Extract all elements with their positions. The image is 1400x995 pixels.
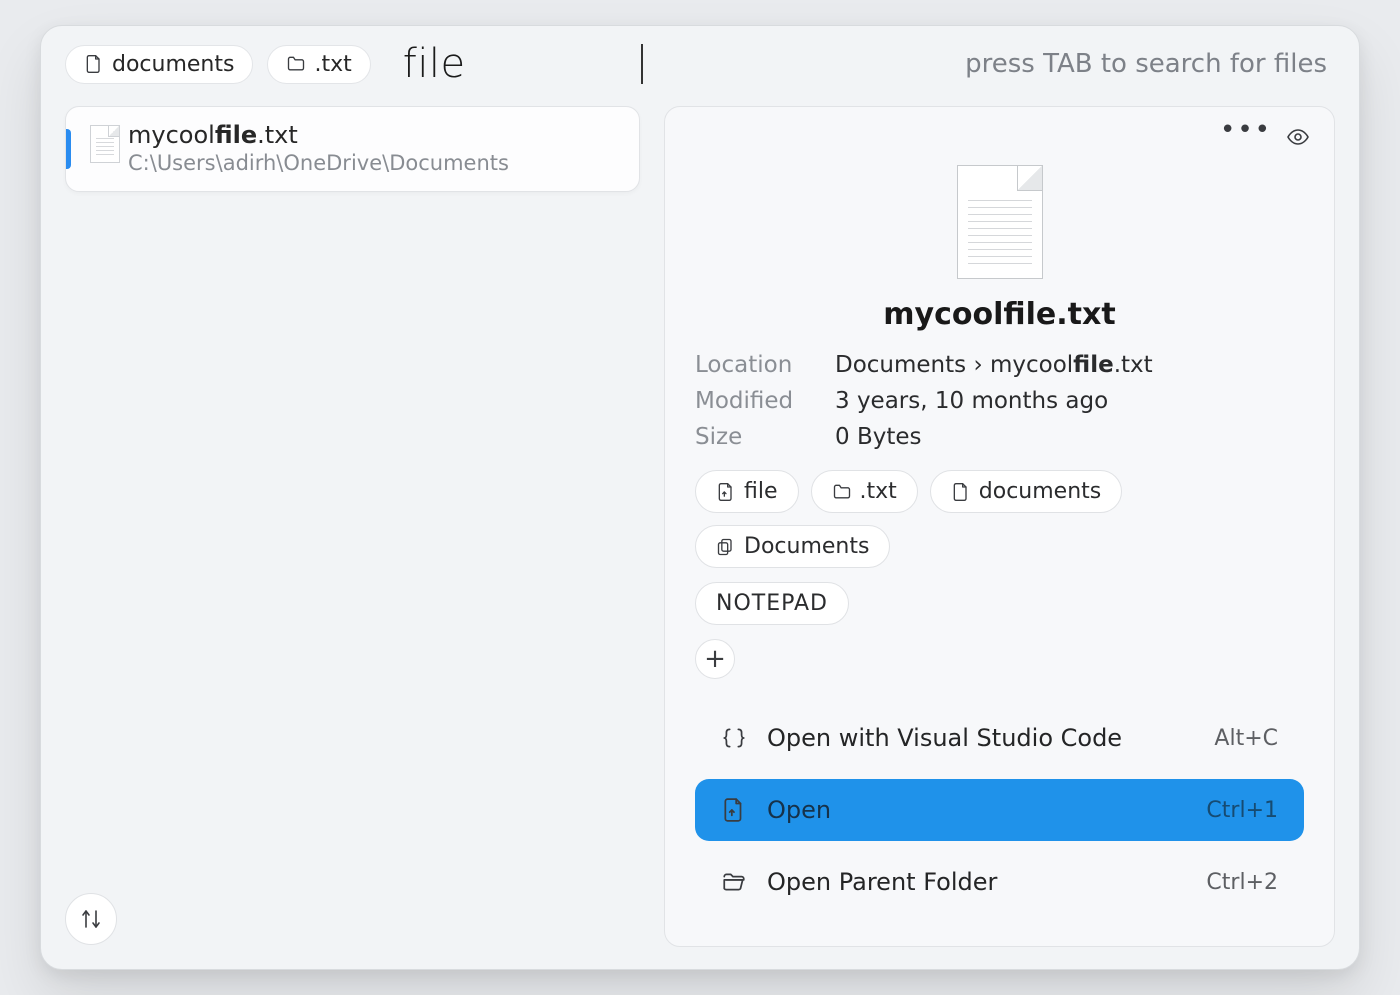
meta-size-value: 0 Bytes — [835, 424, 1304, 450]
folder-open-icon — [721, 869, 747, 895]
actions-list: Open with Visual Studio Code Alt+C Open … — [695, 707, 1304, 913]
launcher-window: documents .txt file press TAB to search … — [40, 25, 1360, 970]
tag-txt[interactable]: .txt — [811, 470, 918, 513]
tag-row-2: NOTEPAD — [695, 582, 1304, 625]
add-tag-button[interactable]: + — [695, 639, 735, 679]
search-hint: press TAB to search for files — [965, 49, 1335, 79]
tag-row-3: + — [695, 639, 1304, 679]
tag-file[interactable]: file — [695, 470, 799, 513]
meta-location-label: Location — [695, 352, 835, 378]
more-icon[interactable]: ••• — [1220, 125, 1272, 149]
sort-icon — [79, 907, 103, 931]
sort-button[interactable] — [65, 893, 117, 945]
action-open-parent[interactable]: Open Parent Folder Ctrl+2 — [695, 851, 1304, 913]
filter-label: documents — [112, 52, 234, 77]
folder-icon — [286, 54, 306, 74]
filter-pill-documents[interactable]: documents — [65, 45, 253, 84]
result-title: mycoolfile.txt — [128, 121, 621, 149]
file-up-icon — [721, 797, 747, 823]
document-icon — [951, 482, 971, 502]
meta-location-value: Documents › mycoolfile.txt — [835, 352, 1304, 378]
search-input[interactable]: file — [403, 44, 643, 84]
braces-icon — [721, 725, 747, 751]
filter-pill-txt[interactable]: .txt — [267, 45, 370, 84]
action-label: Open Parent Folder — [767, 868, 997, 896]
preview-title: mycoolfile.txt — [695, 297, 1304, 332]
meta-modified-value: 3 years, 10 months ago — [835, 388, 1304, 414]
action-open-vscode[interactable]: Open with Visual Studio Code Alt+C — [695, 707, 1304, 769]
file-metadata: Location Documents › mycoolfile.txt Modi… — [695, 352, 1304, 450]
eye-icon[interactable] — [1286, 125, 1310, 149]
action-shortcut: Alt+C — [1214, 726, 1278, 751]
filter-label: .txt — [314, 52, 351, 77]
action-label: Open with Visual Studio Code — [767, 724, 1122, 752]
duplicate-icon — [716, 537, 736, 557]
tag-notepad[interactable]: NOTEPAD — [695, 582, 849, 625]
meta-size-label: Size — [695, 424, 835, 450]
text-file-icon — [88, 123, 122, 165]
preview-pane: ••• mycoolfile.txt Location Documents › … — [664, 106, 1335, 947]
document-icon — [84, 54, 104, 74]
result-item[interactable]: mycoolfile.txt C:\Users\adirh\OneDrive\D… — [65, 106, 640, 192]
tag-row: file .txt documents Documents — [695, 470, 1304, 568]
action-shortcut: Ctrl+2 — [1206, 870, 1278, 895]
action-shortcut: Ctrl+1 — [1206, 798, 1278, 823]
search-bar: documents .txt file press TAB to search … — [41, 26, 1359, 94]
file-thumbnail-icon — [957, 165, 1043, 279]
folder-icon — [832, 482, 852, 502]
results-list: mycoolfile.txt C:\Users\adirh\OneDrive\D… — [65, 106, 640, 947]
main-body: mycoolfile.txt C:\Users\adirh\OneDrive\D… — [41, 94, 1359, 969]
result-path: C:\Users\adirh\OneDrive\Documents — [128, 151, 621, 175]
tag-documents[interactable]: documents — [930, 470, 1122, 513]
tag-documents-folder[interactable]: Documents — [695, 525, 890, 568]
meta-modified-label: Modified — [695, 388, 835, 414]
action-label: Open — [767, 796, 831, 824]
file-up-icon — [716, 482, 736, 502]
action-open[interactable]: Open Ctrl+1 — [695, 779, 1304, 841]
